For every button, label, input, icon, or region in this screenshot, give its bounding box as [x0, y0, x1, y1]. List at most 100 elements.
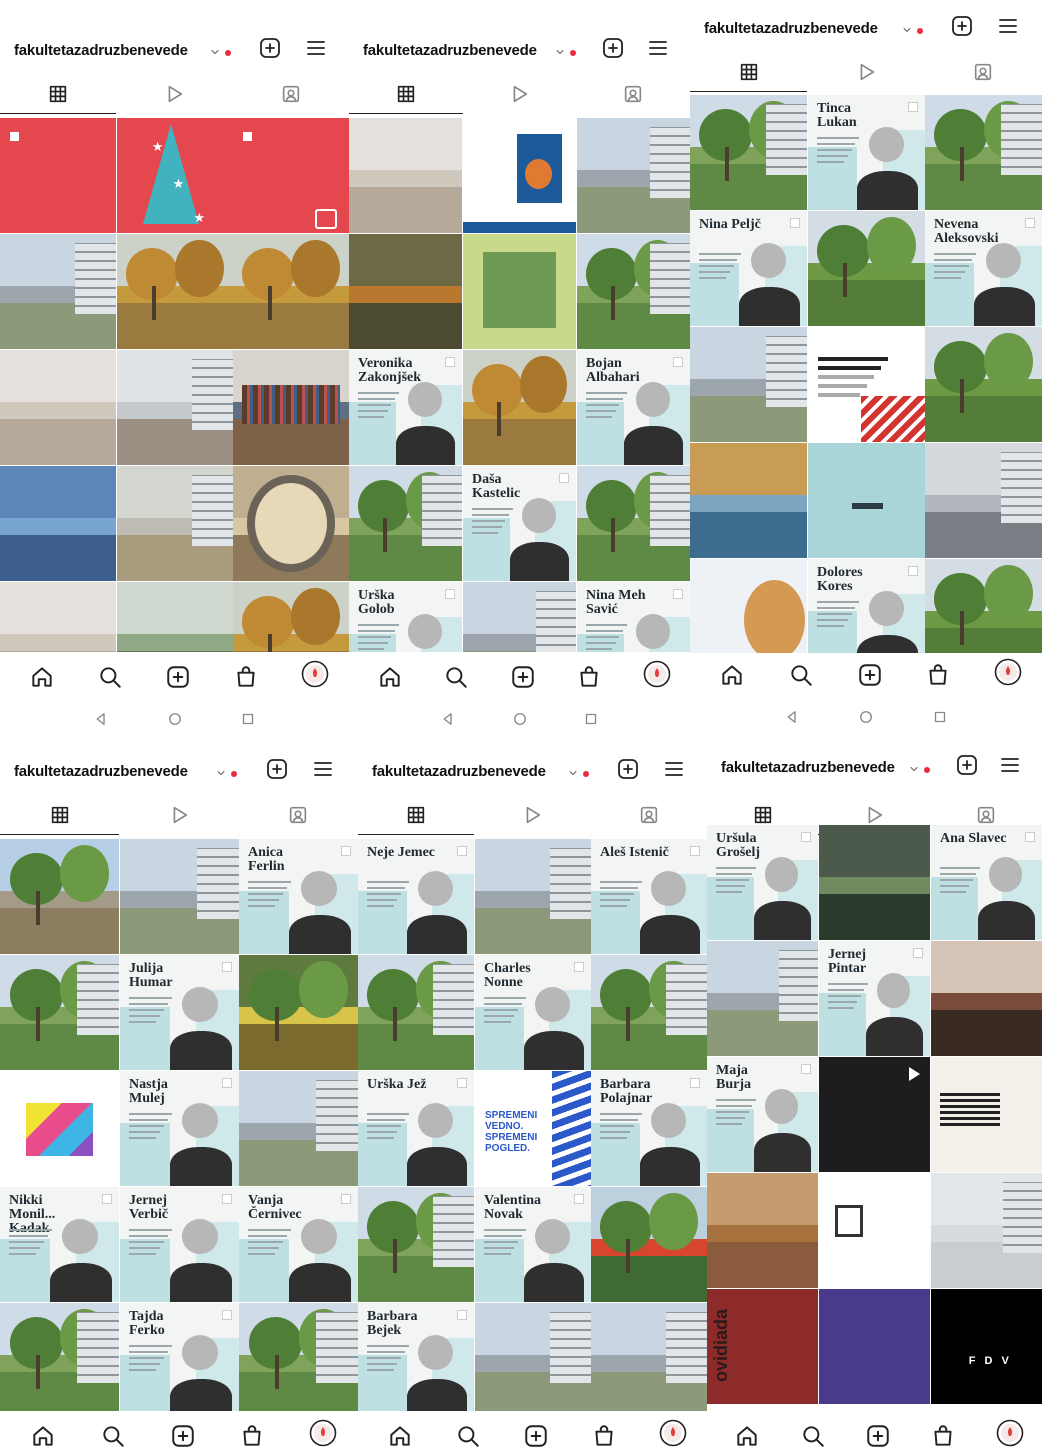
account-username[interactable]: fakultetazadruzbenevede: [363, 42, 537, 59]
new-post-icon[interactable]: [616, 757, 640, 786]
tab-grid[interactable]: [0, 799, 120, 835]
search-icon[interactable]: [100, 1423, 126, 1454]
account-username[interactable]: fakultetazadruzbenevede: [721, 759, 895, 776]
grid-post[interactable]: [819, 1057, 930, 1172]
grid-post[interactable]: [577, 466, 690, 581]
grid-post[interactable]: [577, 234, 690, 349]
grid-post[interactable]: Nina Peljč: [690, 211, 807, 326]
home-circle-icon[interactable]: [511, 710, 529, 733]
grid-post[interactable]: Jernej Pintar: [819, 941, 930, 1056]
grid-post[interactable]: [358, 955, 474, 1070]
grid-post[interactable]: [475, 839, 591, 954]
tab-tagged[interactable]: [233, 78, 349, 114]
profile-avatar-icon[interactable]: [996, 1419, 1024, 1452]
grid-post[interactable]: [0, 350, 116, 465]
grid-post[interactable]: [707, 1173, 818, 1288]
grid-post[interactable]: [349, 466, 462, 581]
create-icon[interactable]: [857, 662, 883, 693]
new-post-icon[interactable]: [258, 36, 282, 65]
tab-grid[interactable]: [690, 56, 808, 92]
grid-post[interactable]: [591, 1303, 707, 1411]
account-username[interactable]: fakultetazadruzbenevede: [14, 763, 188, 780]
grid-post[interactable]: [690, 95, 807, 210]
grid-post[interactable]: Uršula Grošelj: [707, 825, 818, 940]
search-icon[interactable]: [97, 664, 123, 695]
chevron-down-icon[interactable]: [554, 45, 566, 63]
tab-grid[interactable]: [358, 799, 475, 835]
shop-icon[interactable]: [576, 664, 602, 695]
grid-post[interactable]: Ana Slavec: [931, 825, 1042, 940]
home-icon[interactable]: [719, 662, 745, 693]
tab-tagged[interactable]: [576, 78, 690, 114]
account-username[interactable]: fakultetazadruzbenevede: [14, 42, 188, 59]
grid-post[interactable]: [0, 582, 116, 652]
grid-post[interactable]: Daša Kastelic: [463, 466, 576, 581]
grid-post[interactable]: Nevena Aleksovski: [925, 211, 1042, 326]
grid-post[interactable]: Dolores Kores: [808, 559, 925, 653]
grid-post[interactable]: Nikki Monil... Kadak: [0, 1187, 119, 1302]
grid-post[interactable]: [463, 582, 576, 652]
grid-post[interactable]: [358, 1187, 474, 1302]
recents-icon[interactable]: [582, 710, 600, 733]
grid-post[interactable]: [819, 825, 930, 940]
chevron-down-icon[interactable]: [215, 766, 227, 784]
new-post-icon[interactable]: [955, 753, 979, 782]
chevron-down-icon[interactable]: [901, 23, 913, 41]
grid-post[interactable]: [808, 443, 925, 558]
menu-icon[interactable]: [998, 753, 1022, 782]
tab-reels[interactable]: [474, 799, 590, 835]
grid-post[interactable]: [233, 234, 349, 349]
grid-post[interactable]: Neje Jemec: [358, 839, 474, 954]
home-icon[interactable]: [387, 1423, 413, 1454]
grid-post[interactable]: [931, 1173, 1042, 1288]
grid-post[interactable]: ovidiada: [707, 1289, 818, 1404]
home-circle-icon[interactable]: [166, 710, 184, 733]
grid-post[interactable]: Maja Burja: [707, 1057, 818, 1172]
profile-avatar-icon[interactable]: [309, 1419, 337, 1452]
tab-tagged[interactable]: [239, 799, 358, 835]
create-icon[interactable]: [170, 1423, 196, 1454]
grid-post[interactable]: [925, 327, 1042, 442]
grid-post[interactable]: [0, 234, 116, 349]
tab-tagged[interactable]: [925, 56, 1042, 92]
grid-post[interactable]: [463, 234, 576, 349]
create-icon[interactable]: [523, 1423, 549, 1454]
create-icon[interactable]: [510, 664, 536, 695]
search-icon[interactable]: [443, 664, 469, 695]
grid-post[interactable]: [0, 1303, 119, 1411]
grid-post[interactable]: Barbara Polajnar: [591, 1071, 707, 1186]
grid-post[interactable]: [239, 1303, 358, 1411]
grid-post[interactable]: [233, 350, 349, 465]
tab-grid[interactable]: [349, 78, 463, 114]
shop-icon[interactable]: [233, 664, 259, 695]
grid-post[interactable]: [591, 955, 707, 1070]
grid-post[interactable]: Nastja Mulej: [120, 1071, 239, 1186]
grid-post[interactable]: Jernej Verbič: [120, 1187, 239, 1302]
grid-post[interactable]: [117, 582, 233, 652]
grid-post[interactable]: [349, 234, 462, 349]
grid-post[interactable]: SPREMENI VEDNO. SPREMENI POGLED.: [475, 1071, 591, 1186]
grid-post[interactable]: [925, 559, 1042, 653]
grid-post[interactable]: [239, 1071, 358, 1186]
grid-post[interactable]: [690, 443, 807, 558]
chevron-down-icon[interactable]: [209, 45, 221, 63]
grid-post[interactable]: [117, 234, 233, 349]
grid-post[interactable]: [690, 559, 807, 653]
profile-avatar-icon[interactable]: [643, 660, 671, 693]
grid-post[interactable]: [690, 327, 807, 442]
shop-icon[interactable]: [591, 1423, 617, 1454]
grid-post[interactable]: [349, 118, 462, 233]
home-icon[interactable]: [377, 664, 403, 695]
shop-icon[interactable]: [925, 662, 951, 693]
tab-reels[interactable]: [463, 78, 577, 114]
new-post-icon[interactable]: [601, 36, 625, 65]
recents-icon[interactable]: [931, 708, 949, 731]
grid-post[interactable]: Urška Golob: [349, 582, 462, 652]
shop-icon[interactable]: [930, 1423, 956, 1454]
back-icon[interactable]: [783, 708, 801, 731]
grid-post[interactable]: [925, 95, 1042, 210]
home-icon[interactable]: [30, 1423, 56, 1454]
tab-grid[interactable]: [0, 78, 117, 114]
grid-post[interactable]: Tinca Lukan: [808, 95, 925, 210]
new-post-icon[interactable]: [950, 14, 974, 43]
